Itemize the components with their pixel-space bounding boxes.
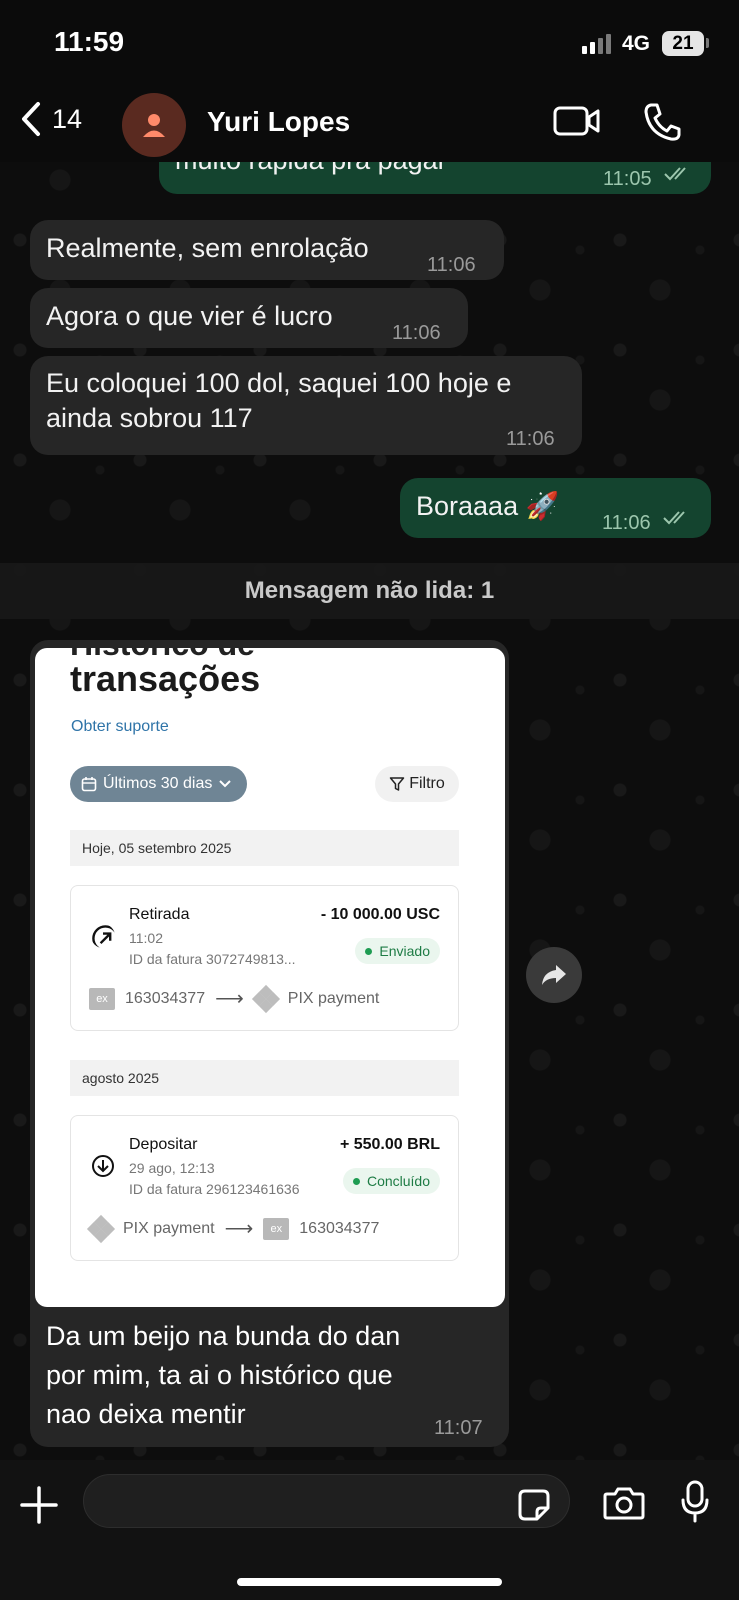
chevron-down-icon — [219, 780, 232, 788]
message-input[interactable] — [83, 1474, 570, 1528]
transaction-route: ex 163034377 ⟶ PIX payment — [89, 984, 380, 1013]
message-time: 11:06 — [602, 512, 651, 534]
camera-icon — [603, 1487, 645, 1520]
sticker-icon — [518, 1489, 550, 1521]
message-bubble-incoming[interactable]: Realmente, sem enrolação 11:06 — [30, 220, 504, 280]
video-camera-icon — [553, 106, 600, 136]
arrow-up-right-icon — [92, 925, 115, 948]
battery-tip — [706, 38, 709, 48]
attach-button[interactable] — [20, 1486, 58, 1529]
transaction-screenshot-image[interactable]: Histórico de transações Obter suporte Úl… — [35, 648, 505, 1307]
transaction-route: PIX payment ⟶ ex 163034377 — [86, 1214, 380, 1243]
route-from: 163034377 — [125, 989, 206, 1007]
signal-icon — [582, 34, 611, 54]
route-to: 163034377 — [299, 1219, 380, 1237]
battery-icon: 21 — [662, 31, 704, 56]
contact-name[interactable]: Yuri Lopes — [207, 106, 350, 138]
filter-label: Filtro — [409, 775, 445, 792]
message-bubble-incoming[interactable]: Eu coloquei 100 dol, saquei 100 hoje e a… — [30, 356, 582, 455]
filter-button-pill: Filtro — [375, 766, 459, 802]
pix-logo-icon — [86, 1214, 116, 1243]
message-bubble-incoming[interactable]: Agora o que vier é lucro 11:06 — [30, 288, 468, 348]
date-group-header: agosto 2025 — [70, 1060, 459, 1096]
transaction-type: Depositar — [129, 1136, 198, 1153]
screenshot-title: transações — [70, 658, 261, 699]
calendar-icon — [81, 777, 97, 792]
exness-badge-icon: ex — [263, 1217, 290, 1240]
message-text: Agora o que vier é lucro — [46, 301, 333, 331]
chevron-left-icon — [22, 102, 40, 136]
message-text-line: Eu coloquei 100 dol, saquei 100 hoje e — [46, 368, 512, 398]
avatar[interactable] — [122, 93, 186, 157]
message-text: Boraaaa 🚀 — [416, 491, 560, 521]
transaction-invoice: ID da fatura 3072749813... — [129, 951, 296, 967]
message-time: 11:06 — [392, 322, 441, 344]
arrow-right-icon: ⟶ — [215, 988, 244, 1010]
message-bubble-outgoing[interactable]: Boraaaa 🚀 11:06 — [400, 478, 711, 538]
microphone-button[interactable] — [680, 1480, 710, 1529]
person-icon — [143, 114, 165, 137]
transaction-card: Depositar 29 ago, 12:13 ID da fatura 296… — [70, 1115, 459, 1261]
transaction-invoice: ID da fatura 296123461636 — [129, 1181, 300, 1197]
unread-messages-banner: Mensagem não lida: 1 — [0, 563, 739, 619]
plus-icon — [20, 1486, 58, 1524]
support-link: Obter suporte — [71, 718, 169, 735]
status-bar: 11:59 4G 21 — [0, 0, 739, 90]
message-text: Realmente, sem enrolação — [46, 233, 369, 263]
microphone-icon — [681, 1480, 709, 1523]
route-to: PIX payment — [287, 989, 380, 1007]
funnel-icon — [389, 777, 405, 791]
route-from: PIX payment — [123, 1219, 215, 1237]
status-badge: Enviado — [355, 938, 440, 964]
transaction-time: 11:02 — [129, 930, 163, 946]
arrow-right-icon: ⟶ — [224, 1218, 254, 1240]
message-time: 11:05 — [603, 168, 652, 190]
home-indicator — [237, 1578, 502, 1586]
camera-button[interactable] — [603, 1486, 645, 1525]
message-time: 11:07 — [434, 1417, 483, 1439]
period-filter-pill: Últimos 30 dias — [70, 766, 247, 802]
phone-icon — [644, 103, 681, 141]
transaction-type: Retirada — [129, 906, 190, 923]
period-filter-label: Últimos 30 dias — [103, 775, 213, 792]
video-call-button[interactable] — [553, 104, 601, 143]
network-label: 4G — [622, 32, 651, 55]
transaction-amount: + 550.00 BRL — [339, 1136, 440, 1153]
message-text-line: ainda sobrou 117 — [46, 403, 253, 433]
read-ticks-icon — [663, 511, 685, 525]
image-caption-line: nao deixa mentir — [46, 1399, 246, 1429]
sticker-button[interactable] — [517, 1488, 551, 1527]
image-caption-line: Da um beijo na bunda do dan — [46, 1321, 401, 1351]
back-button[interactable]: 14 — [18, 100, 82, 138]
unread-count: 14 — [52, 103, 83, 134]
status-time: 11:59 — [54, 26, 125, 57]
status-badge: Concluído — [342, 1168, 440, 1194]
voice-call-button[interactable] — [643, 102, 681, 147]
forward-button[interactable] — [526, 947, 582, 1003]
date-group-header: Hoje, 05 setembro 2025 — [70, 830, 459, 866]
forward-arrow-icon — [542, 965, 566, 985]
pix-logo-icon — [251, 984, 280, 1013]
arrow-down-icon — [92, 1155, 114, 1177]
read-ticks-icon — [664, 167, 686, 181]
header-layer: 14 Yuri Lopes — [0, 90, 739, 162]
message-time: 11:06 — [427, 254, 476, 276]
message-time: 11:06 — [506, 428, 555, 450]
transaction-card: Retirada 11:02 ID da fatura 3072749813..… — [70, 885, 459, 1031]
transaction-time: 29 ago, 12:13 — [129, 1160, 215, 1176]
transaction-amount: - 10 000.00 USC — [320, 906, 440, 923]
image-caption-line: por mim, ta ai o histórico que — [46, 1360, 393, 1390]
exness-badge-icon: ex — [89, 987, 115, 1010]
